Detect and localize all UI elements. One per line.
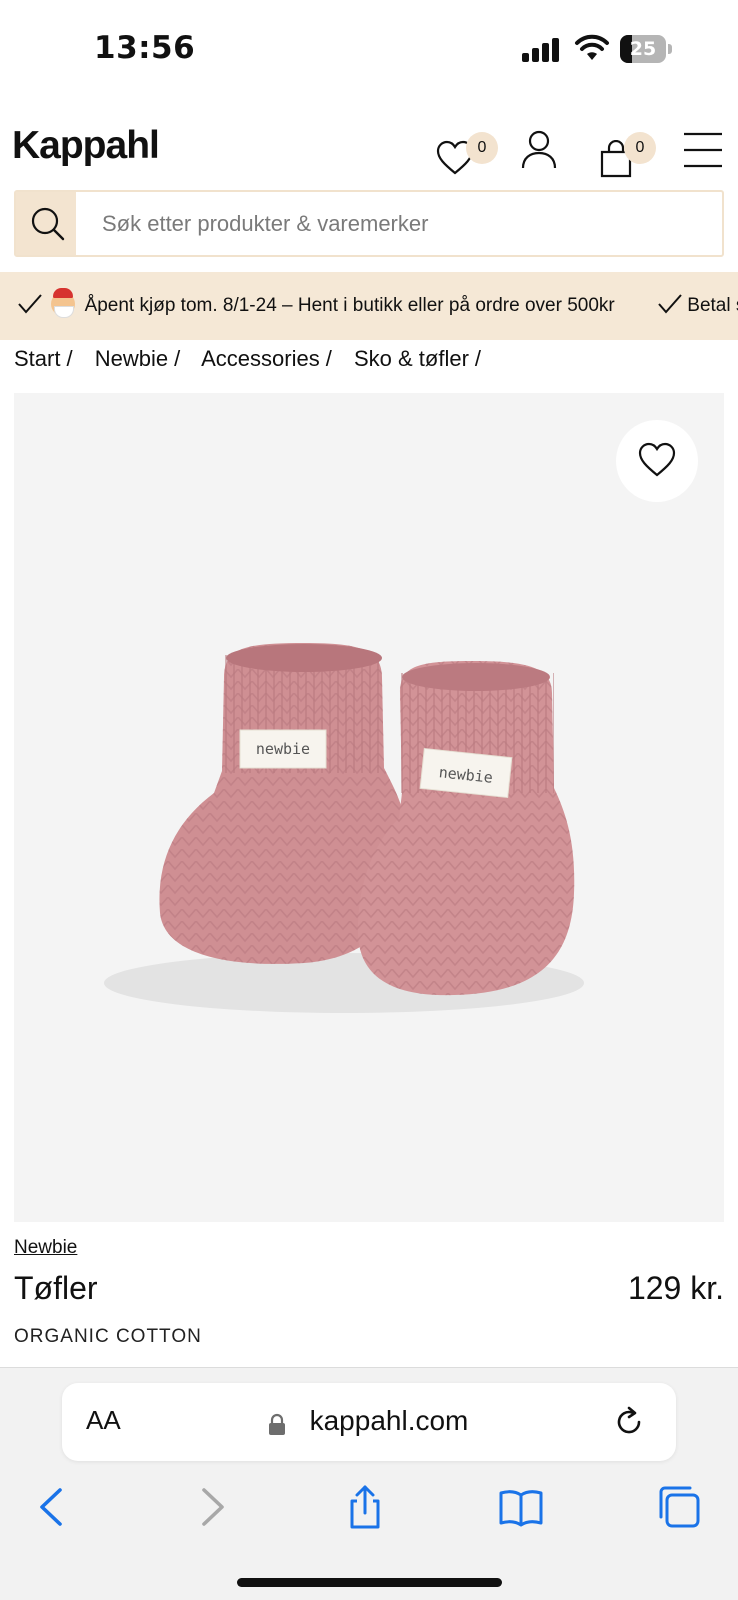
knitted-booties-illustration: newbie newbie bbox=[104, 643, 584, 1013]
breadcrumb-separator: / bbox=[174, 346, 181, 371]
add-to-wishlist-button[interactable] bbox=[616, 420, 698, 502]
cart-button[interactable]: 0 bbox=[598, 124, 664, 180]
browser-toolbar: AA kappahl.com bbox=[0, 1367, 738, 1600]
site-header: Kappahl 0 0 bbox=[0, 110, 738, 186]
search-input[interactable] bbox=[102, 192, 712, 255]
address-bar[interactable]: AA kappahl.com bbox=[62, 1383, 676, 1461]
promo-item: Betal s bbox=[658, 272, 738, 340]
santa-emoji-icon bbox=[51, 288, 76, 318]
product-name: Tøfler bbox=[14, 1270, 98, 1306]
forward-icon[interactable] bbox=[188, 1484, 234, 1530]
product-tag: ORGANIC COTTON bbox=[14, 1326, 202, 1347]
promo-item: Åpent kjøp tom. 8/1-24 – Hent i butikk e… bbox=[18, 272, 615, 340]
menu-icon[interactable] bbox=[684, 132, 722, 168]
breadcrumb-separator: / bbox=[66, 346, 73, 371]
breadcrumb-separator: / bbox=[474, 346, 482, 371]
status-time: 13:56 bbox=[94, 30, 196, 66]
battery-level: 25 bbox=[629, 38, 657, 60]
breadcrumb-item-accessories[interactable]: Accessories bbox=[201, 346, 320, 371]
wifi-icon bbox=[575, 34, 609, 60]
search-bar bbox=[14, 190, 724, 257]
product-image[interactable]: newbie newbie bbox=[14, 393, 724, 1222]
breadcrumb-item-newbie[interactable]: Newbie bbox=[95, 346, 168, 371]
reload-icon[interactable] bbox=[612, 1405, 646, 1439]
url-text: kappahl.com bbox=[309, 1405, 469, 1436]
breadcrumb-item-shoes-slippers[interactable]: Sko & tøfler bbox=[354, 346, 469, 371]
promo-text: Betal s bbox=[687, 295, 738, 316]
share-icon[interactable] bbox=[342, 1484, 388, 1530]
user-icon[interactable] bbox=[520, 130, 558, 170]
bookmarks-icon[interactable] bbox=[498, 1484, 544, 1530]
home-indicator[interactable] bbox=[237, 1578, 502, 1587]
product-price: 129 kr. bbox=[627, 1270, 724, 1306]
promo-text: Åpent kjøp tom. 8/1-24 – Hent i butikk e… bbox=[84, 295, 615, 316]
checkmark-icon bbox=[658, 294, 682, 314]
breadcrumb: Start / Newbie / Accessories / Sko & tøfler… bbox=[14, 346, 497, 376]
kappahl-logo[interactable]: Kappahl bbox=[12, 124, 160, 168]
back-icon[interactable] bbox=[30, 1484, 76, 1530]
cart-count-badge: 0 bbox=[624, 132, 656, 164]
status-bar: 13:56 25 bbox=[0, 0, 738, 100]
breadcrumb-item-start[interactable]: Start bbox=[14, 346, 60, 371]
bootie-label-left: newbie bbox=[256, 740, 310, 758]
heart-icon bbox=[638, 442, 676, 477]
wishlist-button[interactable]: 0 bbox=[436, 124, 502, 180]
search-button[interactable] bbox=[16, 192, 76, 255]
cellular-signal-icon bbox=[522, 38, 562, 62]
product-brand-link[interactable]: Newbie bbox=[14, 1237, 77, 1259]
search-icon bbox=[31, 207, 65, 241]
battery-icon: 25 bbox=[620, 35, 672, 63]
tabs-icon[interactable] bbox=[656, 1484, 702, 1530]
breadcrumb-separator: / bbox=[325, 346, 332, 371]
checkmark-icon bbox=[18, 294, 42, 314]
wishlist-count-badge: 0 bbox=[466, 132, 498, 164]
promo-banner[interactable]: Åpent kjøp tom. 8/1-24 – Hent i butikk e… bbox=[0, 272, 738, 340]
